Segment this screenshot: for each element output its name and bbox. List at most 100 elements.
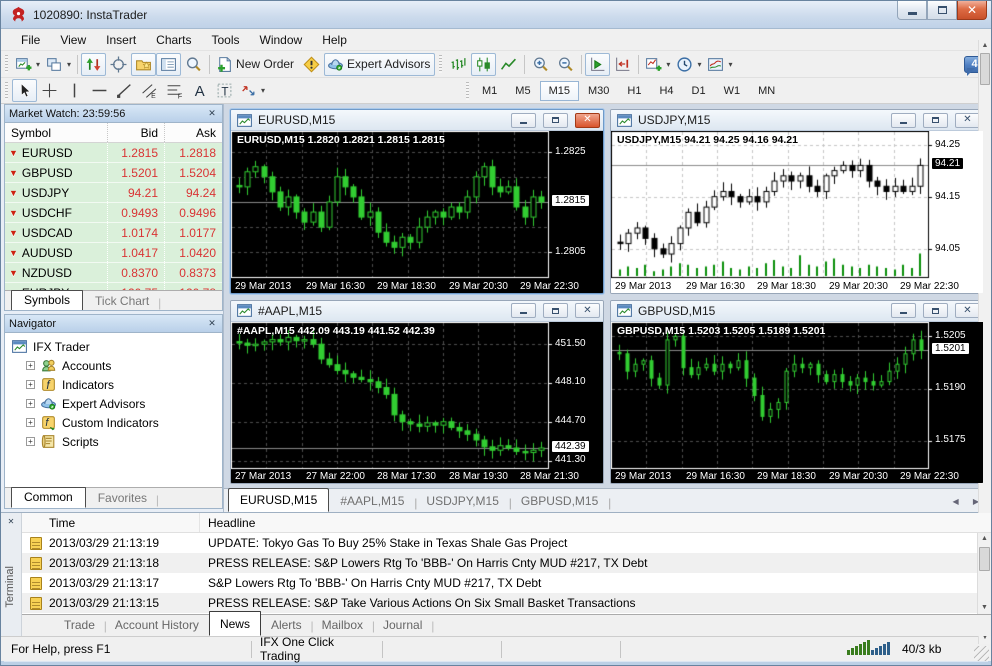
tree-root-ifx-trader[interactable]: IFX Trader xyxy=(11,337,222,356)
menu-charts[interactable]: Charts xyxy=(146,30,201,50)
templates-button[interactable]: ▾ xyxy=(704,53,735,76)
column-headline[interactable]: Headline xyxy=(200,516,991,530)
chart-canvas[interactable] xyxy=(611,131,983,293)
market-watch-row[interactable]: ▼ GBPUSD 1.5201 1.5204 xyxy=(5,163,222,183)
menu-window[interactable]: Window xyxy=(250,30,313,50)
chart-minimize-button[interactable] xyxy=(511,112,536,128)
market-watch-row[interactable]: ▼ AUDUSD 1.0417 1.0420 xyxy=(5,243,222,263)
chart-window-eurusd-m15[interactable]: EURUSD,M15 ✕ EURUSD,M15 1.2820 1.2821 1.28… xyxy=(230,109,604,294)
chart-tab--aapl-m15[interactable]: #AAPL,M15 | xyxy=(329,491,417,512)
chart-minimize-button[interactable] xyxy=(891,112,916,128)
bar-chart-button[interactable] xyxy=(446,53,471,76)
cursor-tool-button[interactable] xyxy=(12,79,37,102)
tab-favorites[interactable]: Favorites | xyxy=(86,489,159,508)
menu-file[interactable]: File xyxy=(11,30,50,50)
zoom-in-button[interactable] xyxy=(528,53,553,76)
tree-item-indicators[interactable]: + Indicators xyxy=(11,375,222,394)
tab-symbols[interactable]: Symbols xyxy=(11,290,84,310)
scroll-up-icon[interactable]: ▲ xyxy=(978,533,991,545)
chart-window-usdjpy-m15[interactable]: USDJPY,M15 ✕ USDJPY,M15 94.21 94.25 94.16 … xyxy=(610,109,984,294)
horizontal-line-tool-button[interactable] xyxy=(87,79,112,102)
timeframe-h4[interactable]: H4 xyxy=(650,81,682,101)
periods-button[interactable]: ▾ xyxy=(673,53,704,76)
chart-tab-usdjpy-m15[interactable]: USDJPY,M15 | xyxy=(415,491,511,512)
terminal-close-icon[interactable]: ✕ xyxy=(5,516,17,528)
column-time[interactable]: Time xyxy=(22,513,200,532)
chart-window-gbpusd-m15[interactable]: GBPUSD,M15 ✕ GBPUSD,M15 1.5203 1.5205 1.51… xyxy=(610,299,984,484)
tree-item-expert-advisors[interactable]: + Expert Advisors xyxy=(11,394,222,413)
menu-help[interactable]: Help xyxy=(312,30,357,50)
chart-plot-area[interactable]: #AAPL,M15 442.09 443.19 441.52 442.39 451… xyxy=(231,321,603,484)
expand-plus-icon[interactable]: + xyxy=(26,361,35,370)
market-watch-row[interactable]: ▼ NZDUSD 0.8370 0.8373 xyxy=(5,263,222,283)
chart-canvas[interactable] xyxy=(611,321,983,484)
timeframe-m30[interactable]: M30 xyxy=(579,81,618,101)
vertical-line-tool-button[interactable] xyxy=(62,79,87,102)
chart-restore-button[interactable] xyxy=(543,303,568,318)
scroll-down-icon[interactable]: ▼ xyxy=(978,602,991,614)
chart-window-titlebar[interactable]: #AAPL,M15 ✕ xyxy=(231,300,603,322)
line-chart-button[interactable] xyxy=(496,53,521,76)
terminal-toggle-button[interactable] xyxy=(156,52,182,76)
column-bid[interactable]: Bid xyxy=(108,123,165,142)
timeframe-h1[interactable]: H1 xyxy=(618,81,650,101)
chart-minimize-button[interactable] xyxy=(891,303,916,318)
terminal-tab-trade[interactable]: Trade | xyxy=(54,615,107,636)
expand-plus-icon[interactable]: + xyxy=(26,418,35,427)
menu-tools[interactable]: Tools xyxy=(202,30,250,50)
trendline-tool-button[interactable] xyxy=(112,79,137,102)
chart-window-titlebar[interactable]: USDJPY,M15 ✕ xyxy=(611,110,983,131)
expand-plus-icon[interactable]: + xyxy=(26,399,35,408)
minimize-button[interactable] xyxy=(897,1,927,20)
timeframe-d1[interactable]: D1 xyxy=(683,81,715,101)
status-trading-mode[interactable]: IFX One Click Trading xyxy=(252,635,382,663)
terminal-tab-mailbox[interactable]: Mailbox | xyxy=(312,615,375,636)
chart-window-titlebar[interactable]: GBPUSD,M15 ✕ xyxy=(611,300,983,322)
menu-insert[interactable]: Insert xyxy=(96,30,146,50)
timeframe-w1[interactable]: W1 xyxy=(715,81,750,101)
tree-item-accounts[interactable]: + Accounts xyxy=(11,356,222,375)
chart-tab-gbpusd-m15[interactable]: GBPUSD,M15 | xyxy=(510,491,611,512)
market-watch-row[interactable]: ▼ USDJPY 94.21 94.24 xyxy=(5,183,222,203)
market-watch-toggle-button[interactable] xyxy=(81,52,107,76)
tree-item-scripts[interactable]: + Scripts xyxy=(11,432,222,451)
timeframe-mn[interactable]: MN xyxy=(749,81,784,101)
zoom-out-button[interactable] xyxy=(553,53,578,76)
indicators-button[interactable]: ▾ xyxy=(642,53,673,76)
alert-button[interactable] xyxy=(299,53,324,76)
timeframe-m15[interactable]: M15 xyxy=(539,80,579,101)
expert-advisors-button[interactable]: Expert Advisors xyxy=(324,52,436,76)
text-label-tool-button[interactable] xyxy=(212,79,237,102)
tree-item-custom-indicators[interactable]: + Custom Indicators xyxy=(11,413,222,432)
market-watch-row[interactable]: ▼ USDCAD 1.0174 1.0177 xyxy=(5,223,222,243)
maximize-button[interactable] xyxy=(927,1,957,20)
terminal-tab-journal[interactable]: Journal | xyxy=(373,615,434,636)
terminal-tab-news[interactable]: News xyxy=(208,611,261,636)
candlestick-chart-button[interactable] xyxy=(471,52,497,76)
fibonacci-tool-button[interactable] xyxy=(162,79,187,102)
data-window-button[interactable] xyxy=(106,53,131,76)
chart-window-titlebar[interactable]: EURUSD,M15 ✕ xyxy=(231,110,603,131)
chart-close-button[interactable]: ✕ xyxy=(575,303,600,318)
chart-plot-area[interactable]: USDJPY,M15 94.21 94.25 94.16 94.21 94.25 9… xyxy=(611,131,983,293)
column-symbol[interactable]: Symbol xyxy=(5,123,108,142)
market-watch-close-icon[interactable]: ✕ xyxy=(206,108,218,120)
chart-restore-button[interactable] xyxy=(923,303,948,318)
market-watch-row[interactable]: ▼ EURUSD 1.2815 1.2818 xyxy=(5,143,222,163)
news-row[interactable]: 2013/03/29 21:13:18 PRESS RELEASE: S&P Lo… xyxy=(22,553,991,573)
scroll-thumb[interactable] xyxy=(979,547,990,571)
menu-view[interactable]: View xyxy=(50,30,96,50)
chart-plot-area[interactable]: GBPUSD,M15 1.5203 1.5205 1.5189 1.5201 1.… xyxy=(611,321,983,484)
terminal-tab-alerts[interactable]: Alerts | xyxy=(261,615,314,636)
timeframe-m5[interactable]: M5 xyxy=(506,81,539,101)
chart-canvas[interactable] xyxy=(231,131,603,293)
timeframe-m1[interactable]: M1 xyxy=(473,81,506,101)
expand-plus-icon[interactable]: + xyxy=(26,437,35,446)
navigator-close-icon[interactable]: ✕ xyxy=(206,318,218,330)
arrows-tool-button[interactable]: ▾ xyxy=(237,79,268,102)
column-ask[interactable]: Ask xyxy=(165,123,222,142)
text-tool-button[interactable] xyxy=(187,79,212,102)
market-watch-row[interactable]: ▼ USDCHF 0.9493 0.9496 xyxy=(5,203,222,223)
chart-plot-area[interactable]: EURUSD,M15 1.2820 1.2821 1.2815 1.2815 1.… xyxy=(231,131,603,293)
chart-tab-eurusd-m15[interactable]: EURUSD,M15 xyxy=(228,488,330,512)
